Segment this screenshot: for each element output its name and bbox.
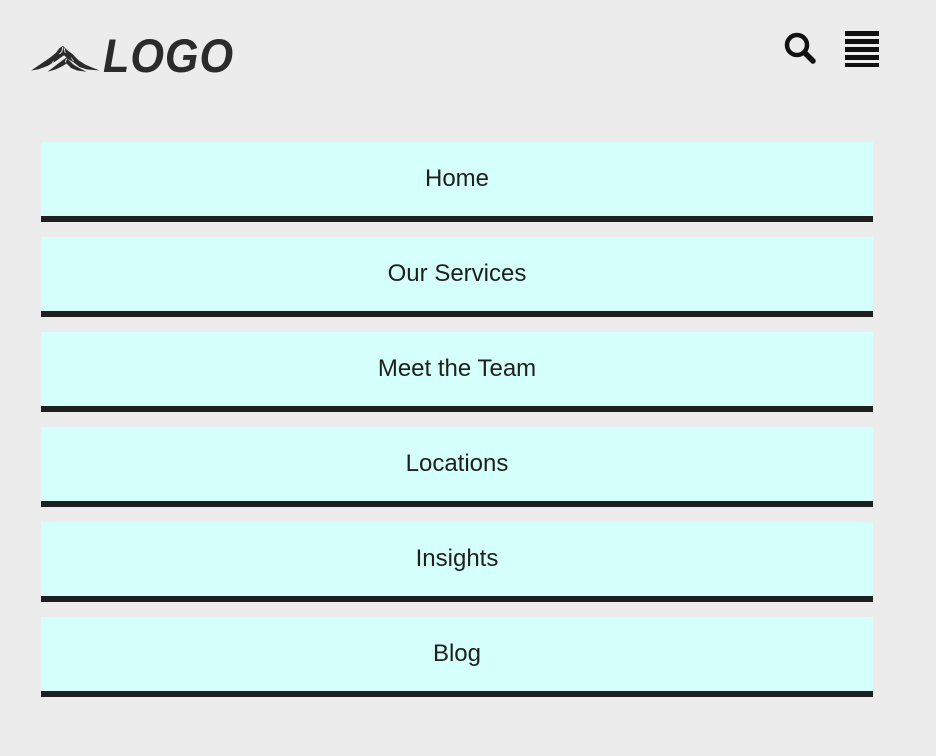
nav-item-insights[interactable]: Insights [41, 522, 873, 602]
search-button[interactable] [781, 29, 819, 67]
nav-item-locations[interactable]: Locations [41, 427, 873, 507]
nav-item-home[interactable]: Home [41, 142, 873, 222]
menu-button[interactable] [843, 28, 883, 68]
nav-item-meet-the-team[interactable]: Meet the Team [41, 332, 873, 412]
hamburger-menu-icon [845, 31, 879, 67]
main-navigation: Home Our Services Meet the Team Location… [41, 142, 873, 697]
nav-item-blog[interactable]: Blog [41, 617, 873, 697]
mountain-logo-icon [31, 45, 100, 72]
logo-link[interactable]: LOGO [30, 28, 245, 86]
nav-item-our-services[interactable]: Our Services [41, 237, 873, 317]
site-header: LOGO [0, 0, 936, 110]
logo-text: LOGO [102, 28, 234, 82]
search-icon [784, 32, 816, 64]
